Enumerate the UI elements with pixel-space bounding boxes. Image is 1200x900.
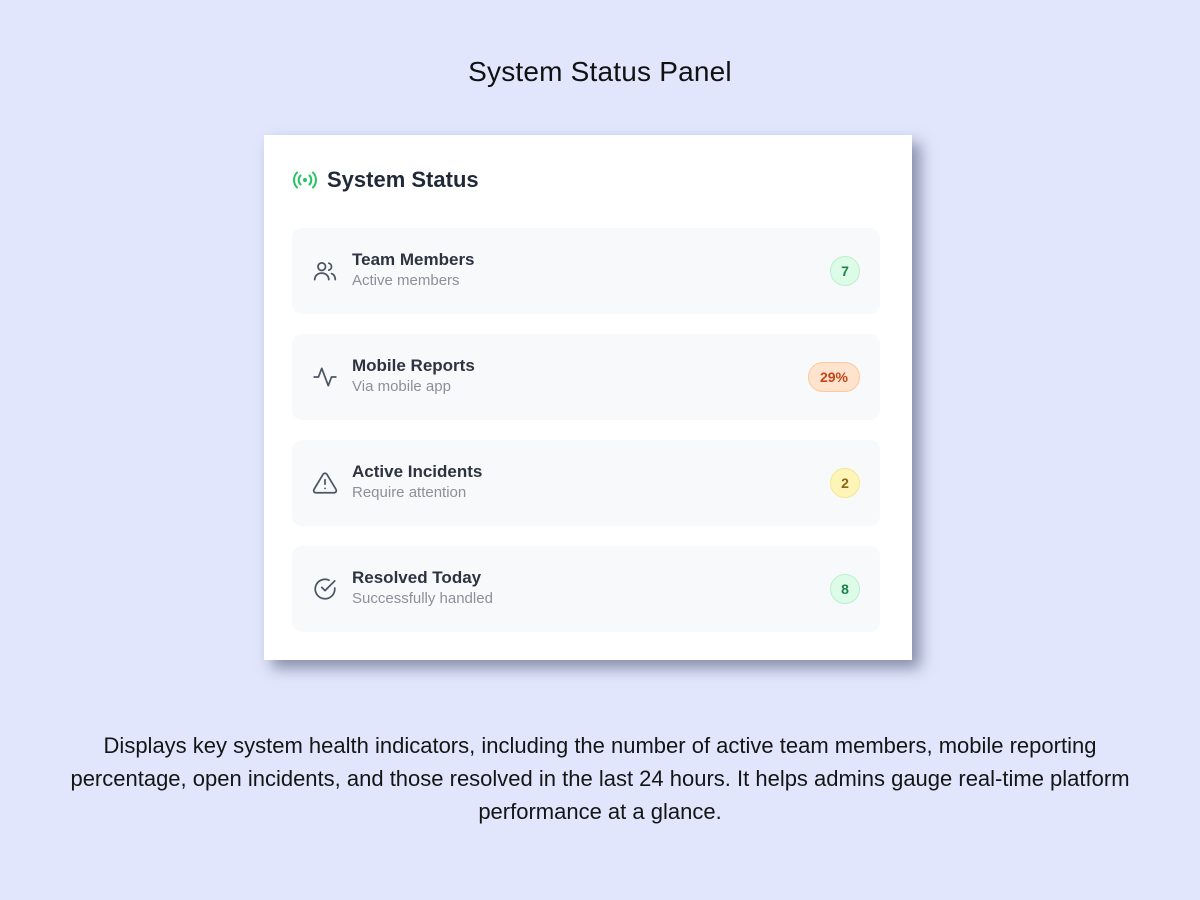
users-icon [312,258,338,284]
card-header: System Status [292,163,880,197]
status-row-mobile-reports[interactable]: Mobile Reports Via mobile app 29% [292,334,880,420]
status-row-resolved-today[interactable]: Resolved Today Successfully handled 8 [292,546,880,632]
row-label: Mobile Reports [352,356,475,375]
status-badge: 29% [807,362,860,392]
status-badge: 8 [830,574,860,604]
row-sublabel: Active members [352,272,460,289]
status-list: Team Members Active members 7 Mobile Rep… [292,228,880,632]
signal-broadcast-icon [292,170,318,190]
check-circle-icon [312,576,338,602]
row-label: Resolved Today [352,568,482,587]
status-badge: 2 [830,468,860,498]
page-description: Displays key system health indicators, i… [70,733,1130,824]
system-status-card: System Status Team Members Active member… [264,135,912,660]
status-row-team-members[interactable]: Team Members Active members 7 [292,228,880,314]
row-label: Team Members [352,250,475,269]
row-sublabel: Via mobile app [352,378,451,395]
card-title: System Status [327,167,479,192]
status-row-active-incidents[interactable]: Active Incidents Require attention 2 [292,440,880,526]
row-sublabel: Successfully handled [352,590,493,607]
row-sublabel: Require attention [352,484,467,501]
activity-icon [312,364,338,390]
alert-triangle-icon [312,470,338,496]
status-badge: 7 [830,256,860,286]
row-label: Active Incidents [352,462,483,481]
page-title: System Status Panel [468,56,732,87]
